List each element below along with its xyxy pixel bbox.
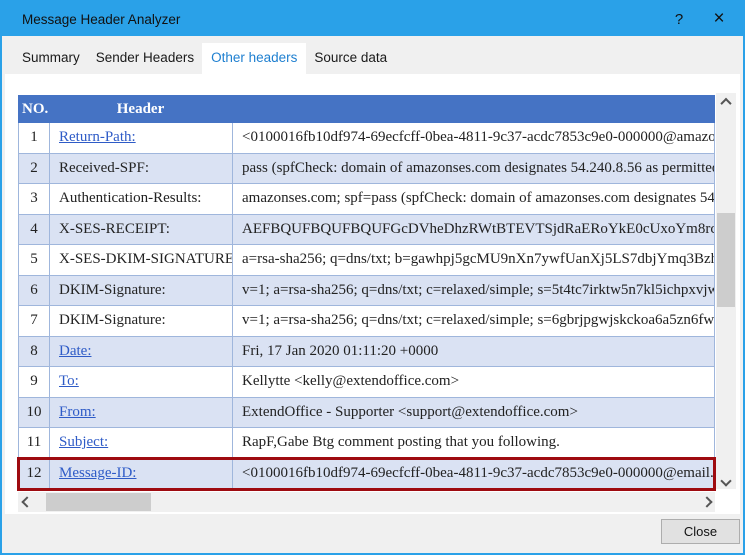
close-button[interactable]: Close (661, 519, 740, 544)
row-number: 1 (19, 123, 50, 153)
table-row[interactable]: 4 X-SES-RECEIPT: AEFBQUFBQUFBQUFGcDVheDh… (19, 214, 714, 245)
vertical-scrollbar-thumb[interactable] (717, 213, 735, 307)
table-body: 1 Return-Path: <0100016fb10df974-69ecfcf… (17, 123, 716, 491)
table-row[interactable]: 8 Date: Fri, 17 Jan 2020 01:11:20 +0000 (19, 336, 714, 367)
header-name: Authentication-Results: (50, 184, 233, 214)
table-row[interactable]: 6 DKIM-Signature: v=1; a=rsa-sha256; q=d… (19, 275, 714, 306)
horizontal-scrollbar[interactable] (18, 492, 715, 512)
header-value: v=1; a=rsa-sha256; q=dns/txt; c=relaxed/… (242, 281, 714, 298)
header-value: RapF,Gabe Btg comment posting that you f… (242, 434, 560, 451)
header-value: amazonses.com; spf=pass (spfCheck: domai… (242, 190, 714, 207)
vertical-scrollbar[interactable] (716, 93, 736, 489)
table-row[interactable]: 5 X-SES-DKIM-SIGNATURE: a=rsa-sha256; q=… (19, 245, 714, 276)
message-header-analyzer-dialog: Message Header Analyzer ? × Summary Send… (0, 0, 745, 555)
table-row[interactable]: 2 Received-SPF: pass (spfCheck: domain o… (19, 153, 714, 184)
header-value: pass (spfCheck: domain of amazonses.com … (242, 159, 714, 176)
row-number: 2 (19, 153, 50, 183)
scroll-left-button[interactable] (18, 492, 35, 512)
row-number: 8 (19, 336, 50, 366)
chevron-right-icon (700, 496, 713, 508)
tab-summary[interactable]: Summary (14, 44, 88, 74)
header-name: X-SES-DKIM-SIGNATURE: (50, 245, 233, 275)
scroll-down-button[interactable] (716, 472, 736, 489)
table-row[interactable]: 1 Return-Path: <0100016fb10df974-69ecfcf… (19, 123, 714, 154)
header-value: a=rsa-sha256; q=dns/txt; b=gawhpj5gcMU9n… (242, 251, 714, 268)
chevron-down-icon (720, 474, 732, 487)
tab-other-headers[interactable]: Other headers (202, 43, 307, 74)
scroll-up-button[interactable] (716, 93, 736, 110)
row-number: 9 (19, 367, 50, 397)
column-header-header: Header (116, 100, 165, 117)
row-number: 5 (19, 245, 50, 275)
row-number: 6 (19, 275, 50, 305)
row-number: 12 (19, 458, 50, 488)
header-value: <0100016fb10df974-69ecfcff-0bea-4811-9c3… (242, 129, 714, 146)
header-link-to[interactable]: To: (59, 373, 79, 390)
header-link-message-id[interactable]: Message-ID: (59, 465, 136, 482)
table-header-row: NO. Header (18, 95, 715, 123)
header-link-return-path[interactable]: Return-Path: (59, 129, 136, 146)
title-bar: Message Header Analyzer ? × (2, 2, 743, 36)
table-row[interactable]: 11 Subject: RapF,Gabe Btg comment postin… (19, 428, 714, 459)
table-row[interactable]: 10 From: ExtendOffice - Supporter <suppo… (19, 397, 714, 428)
horizontal-scrollbar-thumb[interactable] (46, 493, 151, 511)
titlebar-controls: ? × (659, 2, 743, 36)
header-link-subject[interactable]: Subject: (59, 434, 108, 451)
header-value: Fri, 17 Jan 2020 01:11:20 +0000 (242, 342, 439, 359)
header-value: ExtendOffice - Supporter <support@extend… (242, 403, 578, 420)
headers-table: NO. Header 1 Return-Path: <0100016fb10df… (17, 95, 716, 491)
help-button[interactable]: ? (659, 2, 699, 36)
tab-source-data[interactable]: Source data (306, 44, 395, 74)
tab-sender-headers[interactable]: Sender Headers (88, 44, 202, 74)
header-value: AEFBQUFBQUFBQUFGcDVheDhzRWtBTEVTSjdRaERo… (242, 220, 714, 237)
row-number: 7 (19, 306, 50, 336)
header-value: Kellytte <kelly@extendoffice.com> (242, 373, 460, 390)
column-header-no: NO. (22, 100, 49, 117)
chevron-up-icon (720, 97, 732, 109)
close-window-button[interactable]: × (699, 2, 739, 36)
header-value: <0100016fb10df974-69ecfcff-0bea-4811-9c3… (242, 464, 714, 481)
header-link-date[interactable]: Date: (59, 343, 91, 360)
row-number: 10 (19, 397, 50, 427)
chevron-left-icon (20, 496, 33, 508)
row-number: 11 (19, 428, 50, 458)
table-row[interactable]: 7 DKIM-Signature: v=1; a=rsa-sha256; q=d… (19, 306, 714, 337)
header-link-from[interactable]: From: (59, 404, 96, 421)
table-row-message-id-highlighted[interactable]: 12 Message-ID: <0100016fb10df974-69ecfcf… (17, 456, 716, 491)
table-row[interactable]: 9 To: Kellytte <kelly@extendoffice.com> (19, 367, 714, 398)
scroll-right-button[interactable] (698, 492, 715, 512)
row-number: 4 (19, 214, 50, 244)
header-value: v=1; a=rsa-sha256; q=dns/txt; c=relaxed/… (242, 312, 714, 329)
header-name: Received-SPF: (50, 153, 233, 183)
header-name: DKIM-Signature: (50, 306, 233, 336)
header-name: X-SES-RECEIPT: (50, 214, 233, 244)
tab-strip: Summary Sender Headers Other headers Sou… (2, 36, 743, 74)
table-row[interactable]: 3 Authentication-Results: amazonses.com;… (19, 184, 714, 215)
header-name: DKIM-Signature: (50, 275, 233, 305)
row-number: 3 (19, 184, 50, 214)
window-title: Message Header Analyzer (22, 11, 181, 27)
